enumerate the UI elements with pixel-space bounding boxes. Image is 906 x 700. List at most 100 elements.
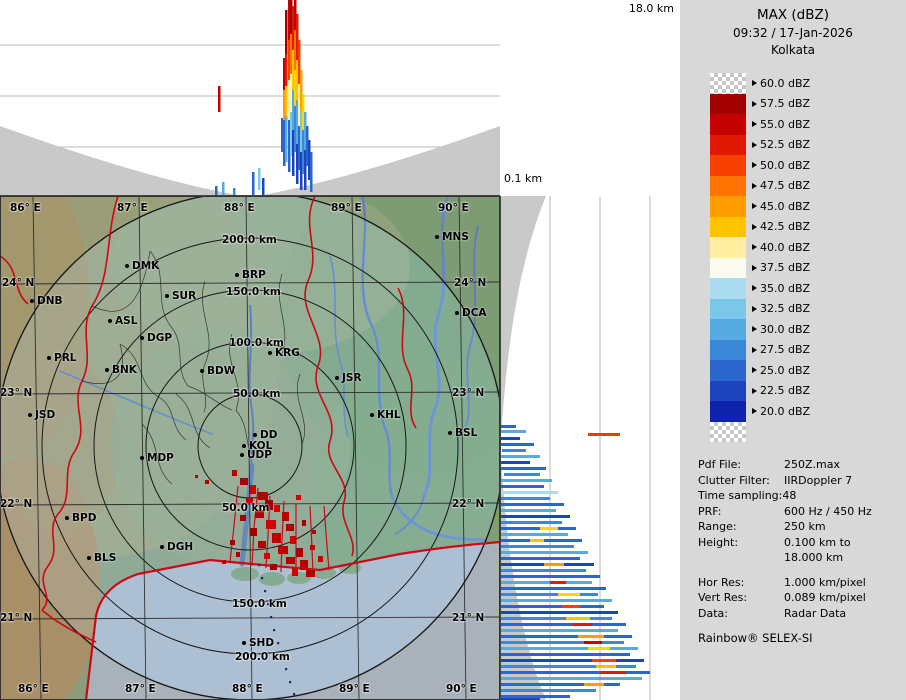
info-label: Vert Res: xyxy=(698,591,748,604)
height-max-label: 18.0 km xyxy=(628,2,674,15)
echo-cell xyxy=(500,437,520,440)
echo-cell xyxy=(296,495,301,500)
legend-panel: MAX (dBZ) 09:32 / 17-Jan-2026 Kolkata 60… xyxy=(680,0,906,700)
echo-cell xyxy=(566,617,590,620)
echo-cell xyxy=(584,683,604,686)
scale-swatch xyxy=(710,319,746,340)
echo-cell xyxy=(588,433,620,436)
scale-swatch xyxy=(710,401,746,422)
echo-cell xyxy=(500,617,612,620)
echo-cell xyxy=(292,568,298,576)
echo-cell xyxy=(195,475,198,478)
echo-cell xyxy=(500,635,632,638)
echo-cell xyxy=(500,533,568,536)
scale-row: 25.0 dBZ xyxy=(710,360,870,381)
echo-cell xyxy=(215,186,218,196)
scale-row: 57.5 dBZ xyxy=(710,93,870,114)
echo-cell xyxy=(302,520,306,526)
scale-tick-arrow-icon xyxy=(752,305,757,312)
scale-label: 42.5 dBZ xyxy=(752,220,810,233)
echo-cell xyxy=(500,647,638,650)
echo-cell xyxy=(250,485,256,494)
echo-cell xyxy=(264,553,270,559)
scale-row: 45.0 dBZ xyxy=(710,196,870,217)
radar-coverage-tint xyxy=(0,192,504,700)
echo-cell xyxy=(500,689,596,692)
echo-cell xyxy=(500,443,534,446)
echo-cell xyxy=(500,593,598,596)
scale-label: 50.0 dBZ xyxy=(752,159,810,172)
echo-cell xyxy=(222,560,226,564)
scale-swatch xyxy=(710,216,746,237)
echo-cell xyxy=(500,551,588,554)
echo-cell xyxy=(572,623,592,626)
scale-label: 22.5 dBZ xyxy=(752,384,810,397)
echo-cell xyxy=(500,677,642,680)
echo-cell xyxy=(544,563,564,566)
echo-cell xyxy=(236,552,240,557)
scale-swatch xyxy=(710,93,746,114)
scale-tick-arrow-icon xyxy=(752,121,757,128)
echo-cell xyxy=(500,485,544,488)
echo-cell xyxy=(205,480,209,484)
map-panel[interactable]: 86° E 87° E 88° E 89° E 90° E 86° E 87° E 88° E… xyxy=(0,156,560,700)
echo-cell xyxy=(500,515,570,518)
scale-swatch xyxy=(710,360,746,381)
scale-label: 25.0 dBZ xyxy=(752,364,810,377)
scale-label: 55.0 dBZ xyxy=(752,118,810,131)
echo-cell xyxy=(290,536,296,544)
echo-cell xyxy=(258,492,268,500)
ew-height-projection-panel[interactable] xyxy=(0,0,500,196)
echo-cell xyxy=(312,530,316,534)
legend-datetime: 09:32 / 17-Jan-2026 xyxy=(733,26,853,40)
echo-cell xyxy=(265,500,273,510)
radar-display-window: 18.0 km 0.1 km 86° E 87° E 88° E 89° E 9… xyxy=(0,0,906,700)
scale-tick-arrow-icon xyxy=(752,285,757,292)
scale-row: 37.5 dBZ xyxy=(710,257,870,278)
echo-cell xyxy=(500,491,558,494)
scale-row: 60.0 dBZ xyxy=(710,73,870,94)
ns-height-projection-panel[interactable] xyxy=(500,196,680,700)
echo-cell xyxy=(592,659,616,662)
info-row: Range: 250 km xyxy=(698,519,906,535)
info-value: 0.100 km to 18.000 km xyxy=(784,535,851,565)
echo-cell xyxy=(500,569,586,572)
echo-cell xyxy=(318,556,323,562)
info-label: Time sampling:48 xyxy=(698,489,797,502)
scale-tick-arrow-icon xyxy=(752,223,757,230)
scale-tick-arrow-icon xyxy=(752,141,757,148)
echo-cell xyxy=(285,116,288,162)
scale-tick-arrow-icon xyxy=(752,80,757,87)
info-label: Pdf File: xyxy=(698,458,742,471)
info-value: 250 km xyxy=(784,520,826,533)
scale-row: 22.5 dBZ xyxy=(710,380,870,401)
info-row: Data: Radar Data xyxy=(698,606,906,622)
info-row: Hor Res: 1.000 km/pixel xyxy=(698,575,906,591)
echo-cell xyxy=(240,478,248,485)
product-info: Pdf File: 250Z.max Clutter Filter: IIRDoppl… xyxy=(698,457,906,621)
echo-cell xyxy=(500,503,564,506)
echo-cell xyxy=(588,647,610,650)
echo-cell xyxy=(500,557,580,560)
echo-cell xyxy=(550,581,566,584)
scale-row: 50.0 dBZ xyxy=(710,155,870,176)
info-value: Radar Data xyxy=(784,606,847,620)
echo-cell xyxy=(500,545,574,548)
scale-row: 30.0 dBZ xyxy=(710,319,870,340)
scale-row: 32.5 dBZ xyxy=(710,298,870,319)
echo-cell xyxy=(500,521,562,524)
echo-cell xyxy=(273,629,276,632)
echo-cell xyxy=(500,611,618,614)
echo-cell xyxy=(286,524,294,531)
echo-cell xyxy=(500,467,546,470)
echo-cell xyxy=(267,603,270,606)
scale-swatch xyxy=(710,298,746,319)
echo-cell xyxy=(252,172,255,196)
scale-row: 35.0 dBZ xyxy=(710,278,870,299)
echo-cell xyxy=(270,564,277,570)
info-row: Clutter Filter: IIRDoppler 7 xyxy=(698,473,906,489)
echo-cell xyxy=(600,671,626,674)
echo-cell xyxy=(262,178,265,196)
echo-cell xyxy=(500,605,604,608)
scale-tick-arrow-icon xyxy=(752,367,757,374)
